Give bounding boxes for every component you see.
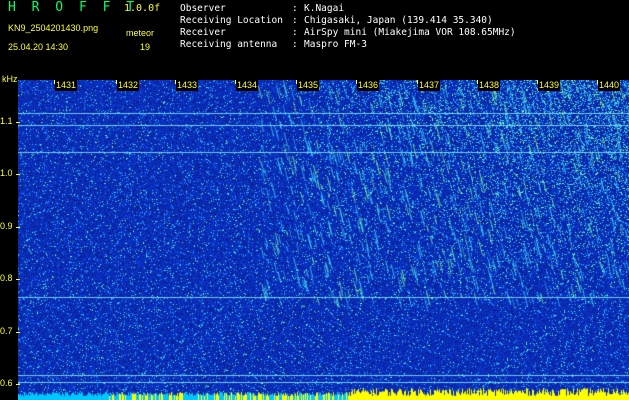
time-tick-label: 1433 [176, 80, 199, 91]
frequency-tick-label: 0.7 [0, 325, 13, 336]
time-tick-label: 1440 [598, 80, 621, 91]
time-tick-mark [116, 80, 117, 84]
app-brand: H R O F F T [8, 0, 139, 15]
info-key: Receiving Location [180, 15, 283, 26]
meteor-count-value: 19 [140, 42, 151, 52]
info-row-observer: Observer: K.Nagai [180, 3, 344, 14]
frequency-tick-mark [16, 331, 20, 333]
time-tick-label: 1435 [297, 80, 320, 91]
info-row-antenna: Receiving antenna: Maspro FM-3 [180, 39, 367, 50]
image-filename: KN9_2504201430.png [8, 23, 99, 33]
time-tick-mark [477, 80, 478, 84]
hrofft-window: H R O F F T 1.0.0f KN9_2504201430.png me… [0, 0, 629, 400]
time-tick-label: 1439 [538, 80, 561, 91]
frequency-tick-mark [16, 226, 20, 228]
frequency-tick-label: 0.6 [0, 378, 13, 389]
time-tick-mark [175, 80, 176, 84]
frequency-tick-label: 1.1 [0, 115, 13, 126]
frequency-tick-mark [16, 384, 20, 386]
frequency-tick-label: 1.0 [0, 168, 13, 179]
time-tick-mark [597, 80, 598, 84]
time-tick-label: 1437 [418, 80, 441, 91]
info-separator: : [292, 3, 298, 14]
frequency-tick-label: 0.9 [0, 220, 13, 231]
info-value: Maspro FM-3 [304, 39, 367, 50]
frequency-tick-label: 0.8 [0, 273, 13, 284]
info-row-location: Receiving Location: Chigasaki, Japan (139… [180, 15, 493, 26]
time-tick-label: 1438 [478, 80, 501, 91]
info-value: AirSpy mini (Miakejima VOR 108.65MHz) [304, 27, 516, 38]
time-tick-mark [54, 80, 55, 84]
spectrogram-canvas [18, 80, 629, 400]
info-value: Chigasaki, Japan (139.414 35.340) [304, 15, 493, 26]
time-tick-label: 1434 [236, 80, 259, 91]
time-tick-mark [296, 80, 297, 84]
frequency-tick-mark [16, 121, 20, 123]
frequency-unit-label: kHz [2, 74, 18, 84]
info-separator: : [292, 15, 298, 26]
info-value: K.Nagai [304, 3, 345, 14]
app-version: 1.0.0f [124, 3, 161, 14]
info-key: Receiving antenna [180, 39, 278, 50]
time-tick-label: 1431 [55, 80, 78, 91]
time-tick-mark [537, 80, 538, 84]
time-tick-label: 1436 [357, 80, 380, 91]
info-key: Receiver [180, 27, 226, 38]
info-separator: : [292, 27, 298, 38]
meteor-count-label: meteor [126, 28, 155, 38]
info-key: Observer [180, 3, 226, 14]
info-separator: : [292, 39, 298, 50]
time-tick-mark [417, 80, 418, 84]
frequency-tick-mark [16, 174, 20, 176]
time-tick-label: 1432 [117, 80, 140, 91]
time-tick-mark [356, 80, 357, 84]
observation-timestamp: 25.04.20 14:30 [8, 42, 69, 52]
info-row-receiver: Receiver: AirSpy mini (Miakejima VOR 108.… [180, 27, 516, 38]
frequency-tick-mark [16, 279, 20, 281]
time-tick-mark [235, 80, 236, 84]
